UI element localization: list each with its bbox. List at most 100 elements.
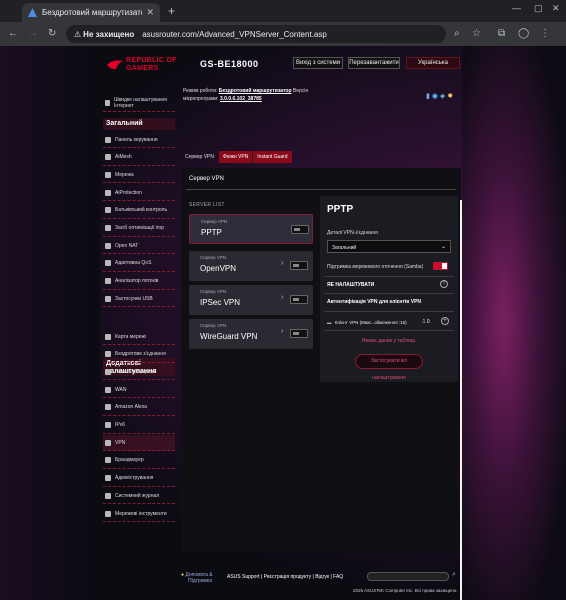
wireguard-toggle[interactable]	[290, 329, 308, 338]
client-icon: ▬	[327, 320, 332, 325]
sidebar-item-general-3[interactable]: AiProtection	[103, 185, 175, 202]
sidebar-item-general-7[interactable]: Адаптивна QoS	[103, 256, 175, 272]
settings-status-icon[interactable]: ✹	[447, 93, 453, 100]
vpn-server-main: Сервер VPN SERVER LIST Сервер VPN PPTP С…	[181, 168, 461, 552]
details-select[interactable]: Загальний ⌄	[327, 240, 451, 253]
sidebar-item-advanced-4[interactable]: Amazon Alexa	[103, 400, 175, 416]
sidebar-item-general-0[interactable]: Панель керування	[103, 132, 175, 148]
details-select-value: Загальний	[332, 245, 357, 251]
sidebar-item-advanced-9[interactable]: Системний журнал	[103, 488, 175, 505]
apply-button[interactable]: Застосувати всі	[355, 354, 423, 369]
chevron-right-icon: ›	[281, 260, 284, 267]
right-background	[462, 46, 566, 600]
forward-icon[interactable]: →	[28, 28, 38, 39]
logo-text: REPUBLIC OF GAMERS	[126, 57, 177, 73]
sidebar-item-advanced-5[interactable]: IPv6	[103, 418, 175, 434]
footer: ● Допомога & Підтримка ASUS Support | Ре…	[181, 568, 461, 598]
sidebar-item-advanced-10[interactable]: Мережеві інструменти	[103, 506, 175, 522]
logout-button[interactable]: Вихід з системи	[293, 57, 343, 69]
browser-tab[interactable]: Бездротовий маршрутизатор A ✕	[22, 3, 160, 22]
sidebar-item-advanced-1[interactable]: Бездротове з'єднання	[103, 347, 175, 363]
reload-icon[interactable]: ↻	[48, 28, 56, 39]
server-card-ipsec[interactable]: Сервер VPN IPSec VPN ›	[189, 285, 313, 315]
sidebar-item-general-4[interactable]: Батьківський контроль	[103, 203, 175, 219]
sidebar-item-general-5[interactable]: Засіб оптимізації ігор	[103, 221, 175, 237]
usb-status-icon[interactable]: ▮	[426, 93, 430, 100]
sidebar-item-general-2[interactable]: Мережа	[103, 167, 175, 184]
samba-toggle[interactable]	[433, 262, 448, 270]
sidebar-item-icon	[105, 278, 111, 285]
tab-vpn-fusion[interactable]: Фюжн VPN	[219, 151, 253, 163]
wifi-status-icon[interactable]: ◈	[440, 93, 445, 100]
sidebar-item-advanced-6[interactable]: VPN	[103, 435, 175, 452]
server-card-name: OpenVPN	[200, 264, 237, 273]
back-icon[interactable]: ←	[8, 28, 18, 39]
chevron-down-icon: ⌄	[440, 244, 446, 250]
sidebar-item-label: Карта мережі	[115, 333, 146, 340]
sidebar-item-advanced-3[interactable]: WAN	[103, 382, 175, 399]
sidebar-item-advanced-2[interactable]: Локальна мережа	[103, 364, 175, 381]
minimize-icon[interactable]: —	[512, 3, 521, 13]
tab-vpn-server[interactable]: Сервер VPN	[181, 151, 218, 163]
sidebar-item-advanced-0[interactable]: Карта мережі	[103, 329, 175, 345]
tab-instant-guard[interactable]: Instant Guard	[253, 151, 292, 163]
openvpn-toggle[interactable]	[290, 261, 308, 270]
version-label: Версія	[292, 88, 309, 94]
server-list-label: SERVER LIST	[189, 202, 225, 208]
server-card-openvpn[interactable]: Сервер VPN OpenVPN ›	[189, 251, 313, 281]
firmware-value[interactable]: 3.0.0.6.102_38785	[220, 96, 262, 102]
server-card-wireguard[interactable]: Сервер VPN WireGuard VPN ›	[189, 319, 313, 349]
security-status[interactable]: Не захищено	[83, 30, 134, 39]
address-bar[interactable]: ⚠ Не захищено asusrouter.com/Advanced_VP…	[66, 25, 446, 43]
logo-line2: GAMERS	[126, 65, 159, 72]
sidebar-item-icon	[105, 333, 111, 340]
language-select[interactable]: Українська	[406, 57, 460, 69]
footer-search-input[interactable]	[367, 572, 449, 581]
sidebar-item-general-1[interactable]: AiMesh	[103, 150, 175, 166]
sidebar-item-icon	[105, 475, 111, 482]
pptp-toggle[interactable]	[291, 225, 309, 234]
network-status-icon[interactable]: ◉	[432, 93, 438, 100]
sidebar-item-label: AiProtection	[115, 189, 142, 196]
sidebar-item-general-6[interactable]: Open NAT	[103, 238, 175, 255]
reboot-button[interactable]: Перезавантажити	[348, 57, 400, 69]
help-icon[interactable]: ?	[440, 280, 448, 288]
extensions-icon[interactable]: ⧉	[498, 28, 505, 39]
sidebar-item-label: Amazon Alexa	[115, 404, 147, 411]
sidebar-item-icon	[105, 242, 111, 249]
footer-links[interactable]: ASUS Support | Реєстрація продукту | Від…	[227, 574, 343, 580]
mode-value[interactable]: Бездротовий маршрутизатор	[219, 88, 292, 94]
sidebar-item-general-9[interactable]: Застосунки USB	[103, 291, 175, 308]
client-count-value: 0	[426, 319, 430, 325]
sidebar-item-general-8[interactable]: Аналізатор потоків	[103, 274, 175, 290]
url-text[interactable]: asusrouter.com/Advanced_VPNServer_Conten…	[142, 30, 327, 39]
sidebar-quick-setup[interactable]: Швидке налаштування Інтернет	[103, 94, 175, 112]
sidebar-item-icon	[105, 457, 111, 464]
new-tab-icon[interactable]: +	[168, 4, 175, 18]
close-window-icon[interactable]: ✕	[552, 3, 560, 14]
sidebar-item-advanced-7[interactable]: Брандмауер	[103, 453, 175, 469]
zoom-icon[interactable]: ⌕	[454, 28, 460, 39]
device-icon: ⎍	[422, 319, 426, 325]
apply-button-line2[interactable]: налаштування	[320, 375, 458, 381]
chevron-right-icon: ›	[281, 328, 284, 335]
sidebar-item-icon	[105, 295, 111, 302]
search-icon[interactable]: ⌕	[452, 571, 456, 579]
server-card-pptp[interactable]: Сервер VPN PPTP	[189, 214, 313, 244]
sidebar-section-general: Загальний	[103, 118, 175, 130]
ipsec-toggle[interactable]	[290, 295, 308, 304]
sidebar-item-label: Адміністрування	[115, 475, 154, 482]
sidebar-item-label: Брандмауер	[115, 457, 144, 464]
help-support-link[interactable]: ● Допомога & Підтримка	[181, 572, 213, 584]
tab-title: Бездротовий маршрутизатор A	[42, 8, 142, 17]
close-tab-icon[interactable]: ✕	[146, 7, 154, 18]
menu-dots-icon[interactable]: ⋮	[540, 28, 550, 39]
profile-icon[interactable]: ◯	[518, 28, 529, 39]
warning-icon[interactable]: ⚠	[74, 30, 81, 39]
sidebar-item-advanced-8[interactable]: Адміністрування	[103, 471, 175, 487]
sidebar-item-label: Панель керування	[115, 136, 158, 143]
add-client-button[interactable]: +	[441, 317, 449, 325]
maximize-icon[interactable]: ▢	[534, 3, 543, 14]
mode-label: Режим роботи:	[183, 88, 218, 94]
bookmark-star-icon[interactable]: ☆	[472, 28, 481, 39]
